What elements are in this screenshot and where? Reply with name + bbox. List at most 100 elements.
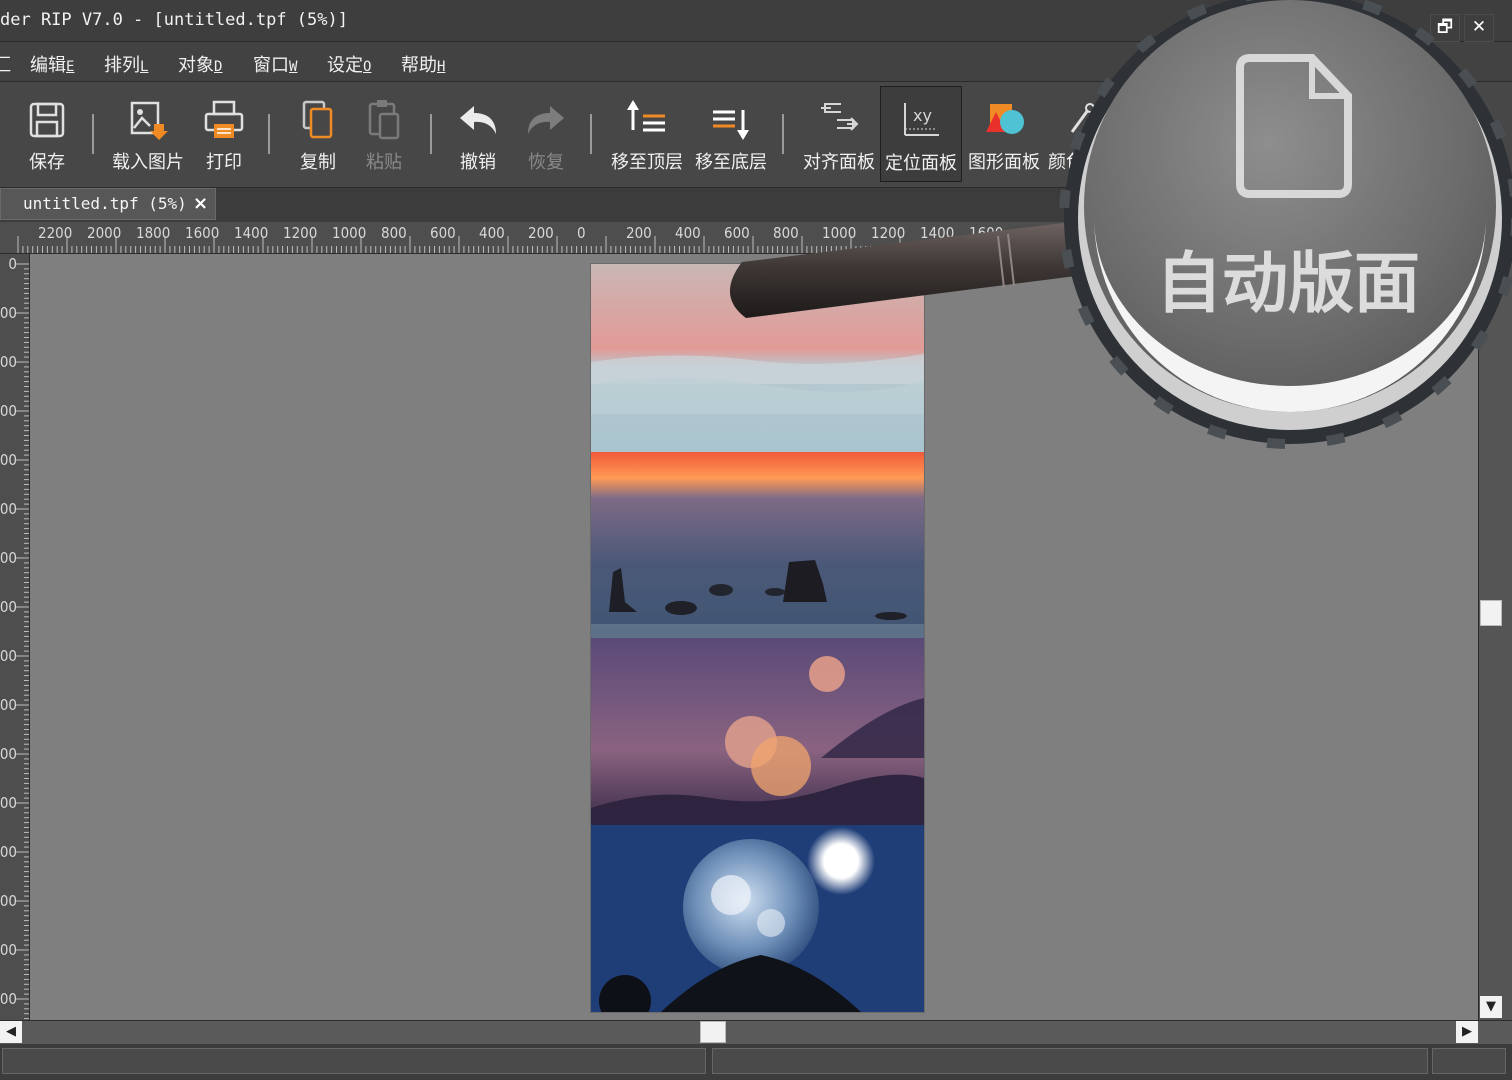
menu-arrange[interactable]: 排列L [104,51,148,77]
ruler-tick-label: 2800 [0,941,17,959]
image-pastel-sky[interactable] [591,264,924,452]
paste-icon [368,100,400,140]
redo-button[interactable]: 恢复 [518,86,574,182]
status-pane-right [1432,1048,1506,1074]
horizontal-ruler: 2200 2000 1800 1600 1400 1200 1000 800 600 400 200… [0,222,1512,254]
shape-panel-label: 图形面板 [968,152,1040,173]
ruler-tick-label: 800 [0,451,17,469]
menu-settings[interactable]: 设定O [327,51,371,77]
ruler-tick-label: 800 [773,224,799,242]
ruler-tick-label: 2000 [0,745,17,763]
ruler-tick-label: 1000 [822,224,857,242]
undo-icon [460,106,496,134]
undo-button[interactable]: 撤销 [450,86,506,182]
horizontal-scroll-thumb[interactable] [700,1021,726,1043]
align-panel-button[interactable]: 对齐面板 [798,86,880,182]
color-panel-button[interactable]: 颜色面板 [1046,86,1122,182]
ruler-tick-label: 3000 [0,990,17,1008]
vertical-ruler: 0 200 400 600 800 1000 1200 1400 1600 1800 2000 220… [0,254,30,1020]
ruler-tick-label: 1600 [185,224,220,242]
move-to-bottom-button[interactable]: 移至底层 [690,86,772,182]
toolbar-separator [268,114,270,154]
pastel-sky-picture [591,264,924,452]
toolbar-separator [782,114,784,154]
ruler-tick-label: 1200 [871,224,906,242]
print-label: 打印 [206,152,242,173]
document-tab-label: untitled.tpf (5%) [23,194,187,213]
load-image-icon [130,101,168,140]
move-to-top-icon [627,100,665,132]
scroll-left-arrow[interactable]: ◀ [0,1021,22,1043]
paste-button[interactable]: 粘贴 [356,86,412,182]
menu-object[interactable]: 对象D [178,51,222,77]
image-ocean-rocks[interactable] [591,452,924,638]
document-tab-strip: untitled.tpf (5%) × [0,188,1512,222]
scroll-down-arrow[interactable]: ▼ [1480,996,1502,1018]
shape-panel-button[interactable]: 图形面板 [964,86,1044,182]
ruler-tick-label: 2200 [0,794,17,812]
save-label: 保存 [29,152,65,173]
restore-button[interactable]: 🗗 [1430,14,1460,42]
crystal-ball-picture [591,825,924,1012]
color-panel-label: 颜色面板 [1048,152,1120,173]
align-panel-icon [821,103,859,131]
ruler-tick-label: 1200 [283,224,318,242]
print-button[interactable]: 打印 [196,86,252,182]
ruler-tick-label: 1800 [0,696,17,714]
load-image-button[interactable]: 载入图片 [108,86,188,182]
ruler-tick-label: 600 [430,224,456,242]
ruler-tick-label: 1400 [234,224,269,242]
align-panel-label: 对齐面板 [803,152,875,173]
artboard[interactable] [591,264,924,1012]
status-bar [0,1044,1512,1080]
horizontal-ruler-ticks [17,236,1474,253]
move-to-top-button[interactable]: 移至顶层 [606,86,688,182]
move-to-top-label: 移至顶层 [611,152,683,173]
ruler-tick-label: 1400 [920,224,955,242]
ruler-tick-label: 1400 [0,598,17,616]
redo-label: 恢复 [528,152,564,173]
toolbar-separator [590,114,592,154]
ocean-rocks-picture [591,452,924,638]
ruler-tick-label: 200 [0,304,17,322]
copy-button[interactable]: 复制 [290,86,346,182]
title-bar: der RIP V7.0 - [untitled.tpf (5%)] 🗗 ✕ [0,0,1512,42]
close-tab-icon[interactable]: × [193,193,208,214]
scroll-right-arrow[interactable]: ▶ [1456,1021,1478,1043]
window-title: der RIP V7.0 - [untitled.tpf (5%)] [0,10,348,30]
menu-window[interactable]: 窗口W [253,51,297,77]
undo-label: 撤销 [460,152,496,173]
paste-label: 粘贴 [366,152,402,173]
horizontal-scrollbar[interactable] [0,1020,1512,1044]
ruler-tick-label: 0 [577,224,586,242]
ruler-tick-label: 400 [0,353,17,371]
save-icon [29,102,65,138]
ruler-tick-label: 200 [528,224,554,242]
position-panel-icon: xy [904,103,939,136]
image-purple-clouds[interactable] [591,638,924,825]
menu-file-fragment[interactable]: 匚 [0,51,12,77]
ruler-tick-label: 1000 [332,224,367,242]
position-panel-button[interactable]: xy 定位面板 [880,86,962,182]
load-image-label: 载入图片 [112,152,184,173]
brush-icon [1070,103,1095,133]
image-crystal-ball[interactable] [591,825,924,1012]
ruler-tick-label: 1000 [0,500,17,518]
toolbar-separator [430,114,432,154]
move-to-bottom-label: 移至底层 [695,152,767,173]
shape-panel-icon [986,104,1024,134]
ruler-tick-label: 200 [626,224,652,242]
position-panel-label: 定位面板 [885,153,957,174]
ruler-tick-label: 2200 [38,224,73,242]
save-button[interactable]: 保存 [14,86,80,182]
vertical-scroll-thumb[interactable] [1480,600,1502,626]
document-tab[interactable]: untitled.tpf (5%) × [0,188,216,220]
menu-help[interactable]: 帮助H [401,51,445,77]
toolbar: 保存 载入图片 打印 复制 粘贴 撤销 恢复 移至顶层 移至底层 对齐面板 xy… [0,82,1512,188]
menu-edit[interactable]: 编辑E [30,51,74,77]
ruler-tick-label: 1800 [136,224,171,242]
copy-label: 复制 [300,152,336,173]
ruler-tick-label: 400 [675,224,701,242]
menu-bar: 匚 编辑E 排列L 对象D 窗口W 设定O 帮助H [0,42,1512,82]
close-window-button[interactable]: ✕ [1464,14,1494,42]
